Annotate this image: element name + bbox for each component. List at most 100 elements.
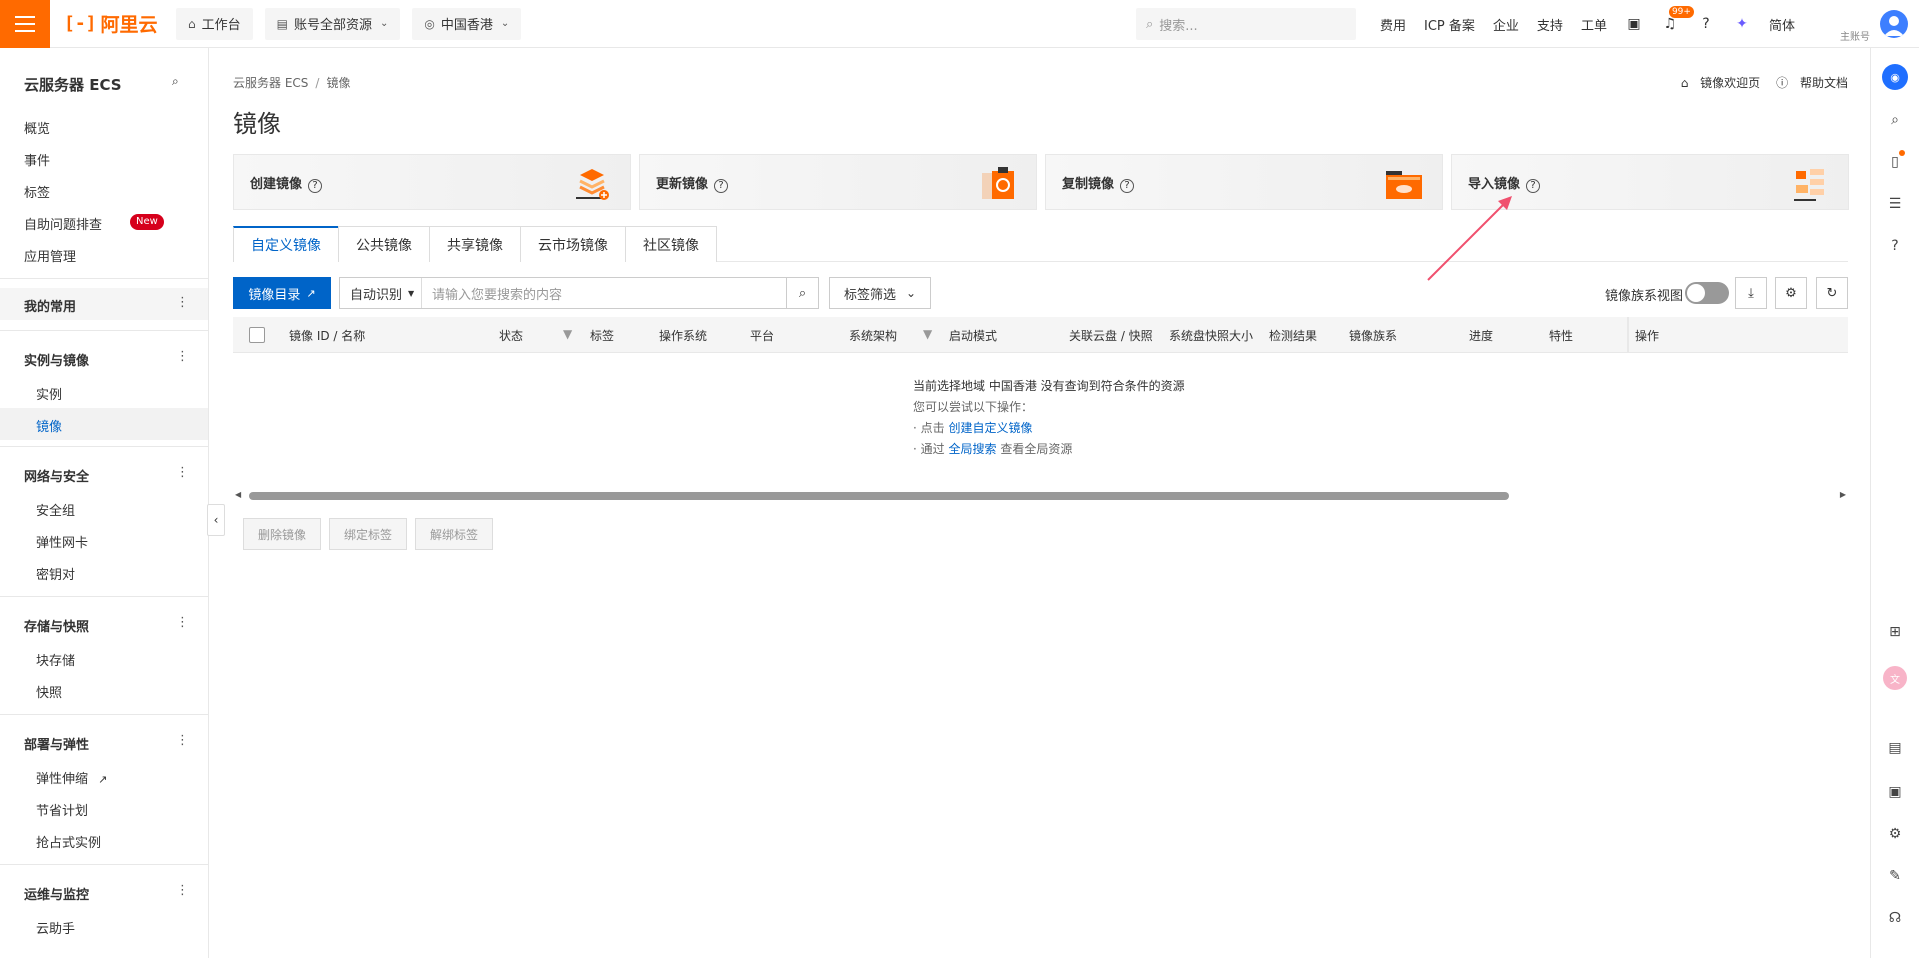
collapse-sidebar-button[interactable]: ‹ (207, 504, 225, 536)
more-icon[interactable]: ⋮ (176, 883, 189, 898)
nav-icp[interactable]: ICP 备案 (1424, 15, 1475, 34)
translate-icon[interactable]: 文 (1883, 666, 1907, 690)
list-icon[interactable]: ☰ (1885, 194, 1905, 214)
edit-icon[interactable]: ✎ (1885, 866, 1905, 886)
aliyun-logo[interactable]: [-] 阿里云 (64, 10, 176, 37)
sidebar-item-eni[interactable]: 弹性网卡 (36, 532, 88, 551)
assistant-icon[interactable]: ✦ (1733, 15, 1751, 33)
help-icon[interactable]: ? (1526, 179, 1541, 193)
sidebar-group-instances-images[interactable]: 实例与镜像 (24, 350, 89, 369)
filter-icon[interactable]: ▼ (563, 327, 572, 341)
sidebar-group-storage-snapshots[interactable]: 存储与快照 (24, 616, 89, 635)
bind-tag-button[interactable]: 绑定标签 (329, 518, 408, 550)
help-icon[interactable]: ? (308, 179, 323, 193)
breadcrumb-ecs[interactable]: 云服务器 ECS (233, 76, 308, 90)
tab-shared-images[interactable]: 共享镜像 (429, 226, 521, 262)
sidebar-item-savings-plan[interactable]: 节省计划 (36, 800, 88, 819)
help-docs-link[interactable]: ⓘ 帮助文档 (1768, 74, 1848, 91)
sidebar-group-network-security[interactable]: 网络与安全 (24, 466, 89, 485)
sidebar-item-spot-instances[interactable]: 抢占式实例 (36, 832, 101, 851)
update-image-card[interactable]: 更新镜像? (639, 154, 1037, 210)
column-divider (1627, 317, 1629, 353)
empty-action-search-suffix: 查看全局资源 (1000, 442, 1073, 456)
search-button[interactable]: ⌕ (786, 278, 818, 308)
refresh-button[interactable]: ↻ (1816, 277, 1848, 309)
scroll-right-icon[interactable]: ▶ (1840, 490, 1846, 499)
sidebar-group-deploy-elastic[interactable]: 部署与弹性 (24, 734, 89, 753)
unbind-tag-button[interactable]: 解绑标签 (415, 518, 494, 550)
more-icon[interactable]: ⋮ (176, 349, 189, 364)
tab-community-images[interactable]: 社区镜像 (625, 226, 717, 262)
welcome-page-link[interactable]: ⌂ 镜像欢迎页 (1673, 74, 1760, 91)
create-custom-image-link[interactable]: 创建自定义镜像 (948, 421, 1032, 435)
book-icon[interactable]: ▯ (1885, 150, 1905, 172)
menu-icon[interactable] (0, 0, 50, 48)
terminal-icon[interactable]: ▣ (1625, 15, 1643, 33)
sidebar-item-app-management[interactable]: 应用管理 (24, 246, 76, 265)
user-avatar[interactable] (1880, 10, 1908, 38)
search-mode-select[interactable]: 自动识别 ▼ (340, 278, 422, 308)
help-icon[interactable]: ? (714, 179, 729, 193)
tag-filter-button[interactable]: 标签筛选 ⌄ (829, 277, 931, 309)
filter-icon[interactable]: ▼ (923, 327, 932, 341)
sidebar-item-security-groups[interactable]: 安全组 (36, 500, 75, 519)
global-search-link[interactable]: 全局搜索 (948, 442, 996, 456)
region-select[interactable]: ◎ 中国香港 ⌄ (412, 7, 522, 40)
search-icon[interactable]: ⌕ (172, 74, 179, 89)
global-search-input[interactable]: ⌕ 搜索... (1136, 8, 1356, 40)
image-catalog-button[interactable]: 镜像目录 ↗ (233, 277, 331, 309)
sidebar-group-ops-monitoring[interactable]: 运维与监控 (24, 884, 89, 903)
document-icon[interactable]: ▤ (1885, 738, 1905, 758)
sidebar-item-cloud-assistant[interactable]: 云助手 (36, 918, 75, 937)
more-icon[interactable]: ⋮ (176, 295, 189, 310)
bell-icon[interactable]: ♫ 99+ (1661, 6, 1694, 33)
sidebar-item-key-pairs[interactable]: 密钥对 (36, 564, 75, 583)
nav-support[interactable]: 支持 (1537, 15, 1563, 34)
more-icon[interactable]: ⋮ (176, 465, 189, 480)
clipboard-icon[interactable]: ▣ (1885, 782, 1905, 802)
language-switch[interactable]: 简体 (1769, 15, 1795, 34)
sidebar-item-troubleshoot[interactable]: 自助问题排查 New (24, 214, 194, 233)
sidebar-item-overview[interactable]: 概览 (24, 118, 50, 137)
more-icon[interactable]: ⋮ (176, 615, 189, 630)
delete-image-button[interactable]: 删除镜像 (243, 518, 322, 550)
sidebar-item-images[interactable]: 镜像 (36, 416, 62, 435)
sidebar-item-block-storage[interactable]: 块存储 (36, 650, 75, 669)
sidebar-item-snapshots[interactable]: 快照 (36, 682, 62, 701)
create-image-card[interactable]: 创建镜像? (233, 154, 631, 210)
divider (0, 446, 208, 447)
download-button[interactable]: ⤓ (1735, 277, 1767, 309)
gear-icon[interactable]: ⚙ (1885, 824, 1905, 844)
headset-icon[interactable]: ☊ (1885, 908, 1905, 928)
robot-assistant-icon[interactable]: ◉ (1882, 64, 1908, 90)
nav-billing[interactable]: 费用 (1380, 15, 1406, 34)
horizontal-scrollbar[interactable]: ◀ ▶ (233, 490, 1848, 500)
import-image-card[interactable]: 导入镜像? (1451, 154, 1849, 210)
tab-custom-images[interactable]: 自定义镜像 (233, 226, 339, 262)
sidebar-item-instances[interactable]: 实例 (36, 384, 62, 403)
nav-enterprise[interactable]: 企业 (1493, 15, 1519, 34)
workbench-button[interactable]: ⌂ 工作台 (176, 7, 253, 40)
sidebar-item-events[interactable]: 事件 (24, 150, 50, 169)
help-icon[interactable]: ? (1697, 15, 1715, 33)
tab-marketplace-images[interactable]: 云市场镜像 (520, 226, 626, 262)
select-all-checkbox[interactable] (249, 327, 265, 343)
scroll-left-icon[interactable]: ◀ (235, 490, 241, 499)
search-input[interactable]: 请输入您要搜索的内容 (422, 284, 786, 303)
apps-icon[interactable]: ⊞ (1885, 622, 1905, 642)
more-icon[interactable]: ⋮ (176, 733, 189, 748)
sidebar-item-tags[interactable]: 标签 (24, 182, 50, 201)
settings-button[interactable]: ⚙ (1775, 277, 1807, 309)
copy-image-card[interactable]: 复制镜像? (1045, 154, 1443, 210)
sidebar-group-favorites[interactable]: 我的常用 (24, 296, 76, 315)
family-view-toggle[interactable] (1685, 282, 1729, 304)
account-scope-label: 账号全部资源 (293, 18, 372, 33)
tab-public-images[interactable]: 公共镜像 (338, 226, 430, 262)
account-scope-select[interactable]: ▤ 账号全部资源 ⌄ (264, 7, 401, 40)
help-icon[interactable]: ? (1885, 236, 1905, 256)
help-icon[interactable]: ? (1120, 179, 1135, 193)
sidebar-item-auto-scaling[interactable]: 弹性伸缩 ↗ (36, 768, 107, 787)
nav-ticket[interactable]: 工单 (1581, 15, 1607, 34)
search-icon[interactable]: ⌕ (1885, 110, 1905, 130)
scrollbar-thumb[interactable] (249, 492, 1509, 500)
